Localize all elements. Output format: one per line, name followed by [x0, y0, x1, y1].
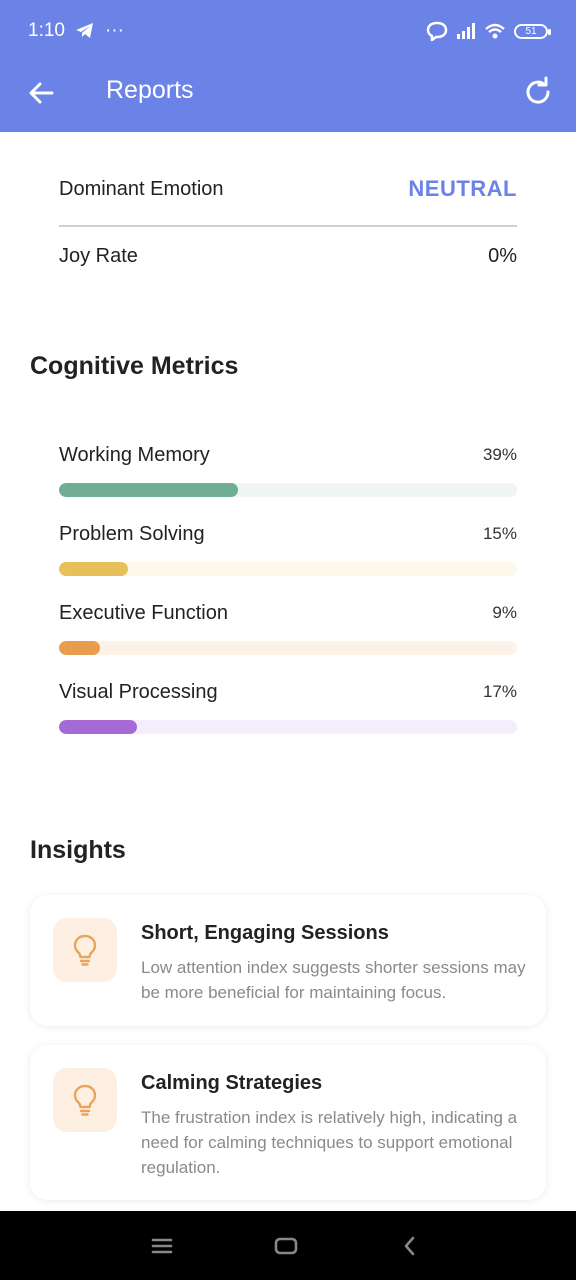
- metric-percent: 39%: [482, 445, 517, 464]
- joy-rate-row: Joy Rate 0%: [59, 245, 517, 268]
- metric-visual-processing: Visual Processing 17%: [59, 679, 517, 734]
- lightbulb-icon: [73, 1084, 97, 1116]
- dominant-emotion-value: NEUTRAL: [408, 176, 517, 201]
- metric-executive-function: Executive Function 9%: [59, 600, 517, 655]
- metric-fill: [59, 562, 128, 576]
- metric-fill: [59, 483, 238, 497]
- insight-text: Low attention index suggests shorter ses…: [141, 958, 526, 1002]
- metric-percent: 17%: [482, 682, 517, 701]
- status-bar: 1:10 ··· 51: [0, 0, 576, 62]
- dominant-emotion-row: Dominant Emotion NEUTRAL: [59, 176, 517, 202]
- metric-track: [59, 720, 517, 734]
- chat-status-icon: [426, 21, 448, 41]
- more-notifications-icon: ···: [104, 20, 124, 41]
- back-icon[interactable]: [397, 1233, 423, 1259]
- joy-rate-label: Joy Rate: [59, 245, 138, 267]
- metric-percent: 15%: [482, 524, 517, 543]
- metric-percent: 9%: [492, 603, 517, 622]
- metric-track: [59, 641, 517, 655]
- metric-track: [59, 562, 517, 576]
- cognitive-metrics-title: Cognitive Metrics: [30, 352, 239, 380]
- metric-label: Visual Processing: [59, 680, 218, 703]
- metric-label: Working Memory: [59, 443, 210, 466]
- battery-icon: 51: [514, 23, 551, 39]
- insight-title: Short, Engaging Sessions: [141, 922, 389, 944]
- summary-divider: [59, 225, 517, 227]
- insight-card[interactable]: Calming Strategies The frustration index…: [30, 1045, 546, 1200]
- metric-track: [59, 483, 517, 497]
- metric-fill: [59, 720, 137, 734]
- metric-label: Executive Function: [59, 601, 228, 624]
- insight-title: Calming Strategies: [141, 1072, 323, 1094]
- metric-problem-solving: Problem Solving 15%: [59, 521, 517, 576]
- status-time: 1:10: [28, 20, 65, 41]
- system-nav-bar: [0, 1211, 576, 1280]
- insight-text: The frustration index is relatively high…: [141, 1108, 518, 1177]
- metric-fill: [59, 641, 101, 655]
- page-title: Reports: [106, 76, 194, 104]
- back-arrow-icon[interactable]: [26, 78, 56, 108]
- insights-title: Insights: [30, 836, 126, 864]
- lightbulb-icon: [73, 934, 97, 966]
- refresh-icon[interactable]: [522, 76, 554, 108]
- telegram-icon: [75, 23, 93, 38]
- insight-card[interactable]: Short, Engaging Sessions Low attention i…: [30, 895, 546, 1026]
- home-icon[interactable]: [273, 1233, 299, 1259]
- dominant-emotion-label: Dominant Emotion: [59, 177, 224, 200]
- menu-icon[interactable]: [149, 1233, 175, 1259]
- insight-icon-wrap: [53, 918, 117, 982]
- metric-label: Problem Solving: [59, 522, 205, 545]
- toolbar: Reports: [0, 62, 576, 132]
- metric-working-memory: Working Memory 39%: [59, 442, 517, 497]
- joy-rate-value: 0%: [488, 245, 517, 267]
- signal-icon: [457, 23, 475, 39]
- wifi-icon: [485, 23, 505, 39]
- app-bar: 1:10 ··· 51 Reports: [0, 0, 576, 132]
- insight-icon-wrap: [53, 1068, 117, 1132]
